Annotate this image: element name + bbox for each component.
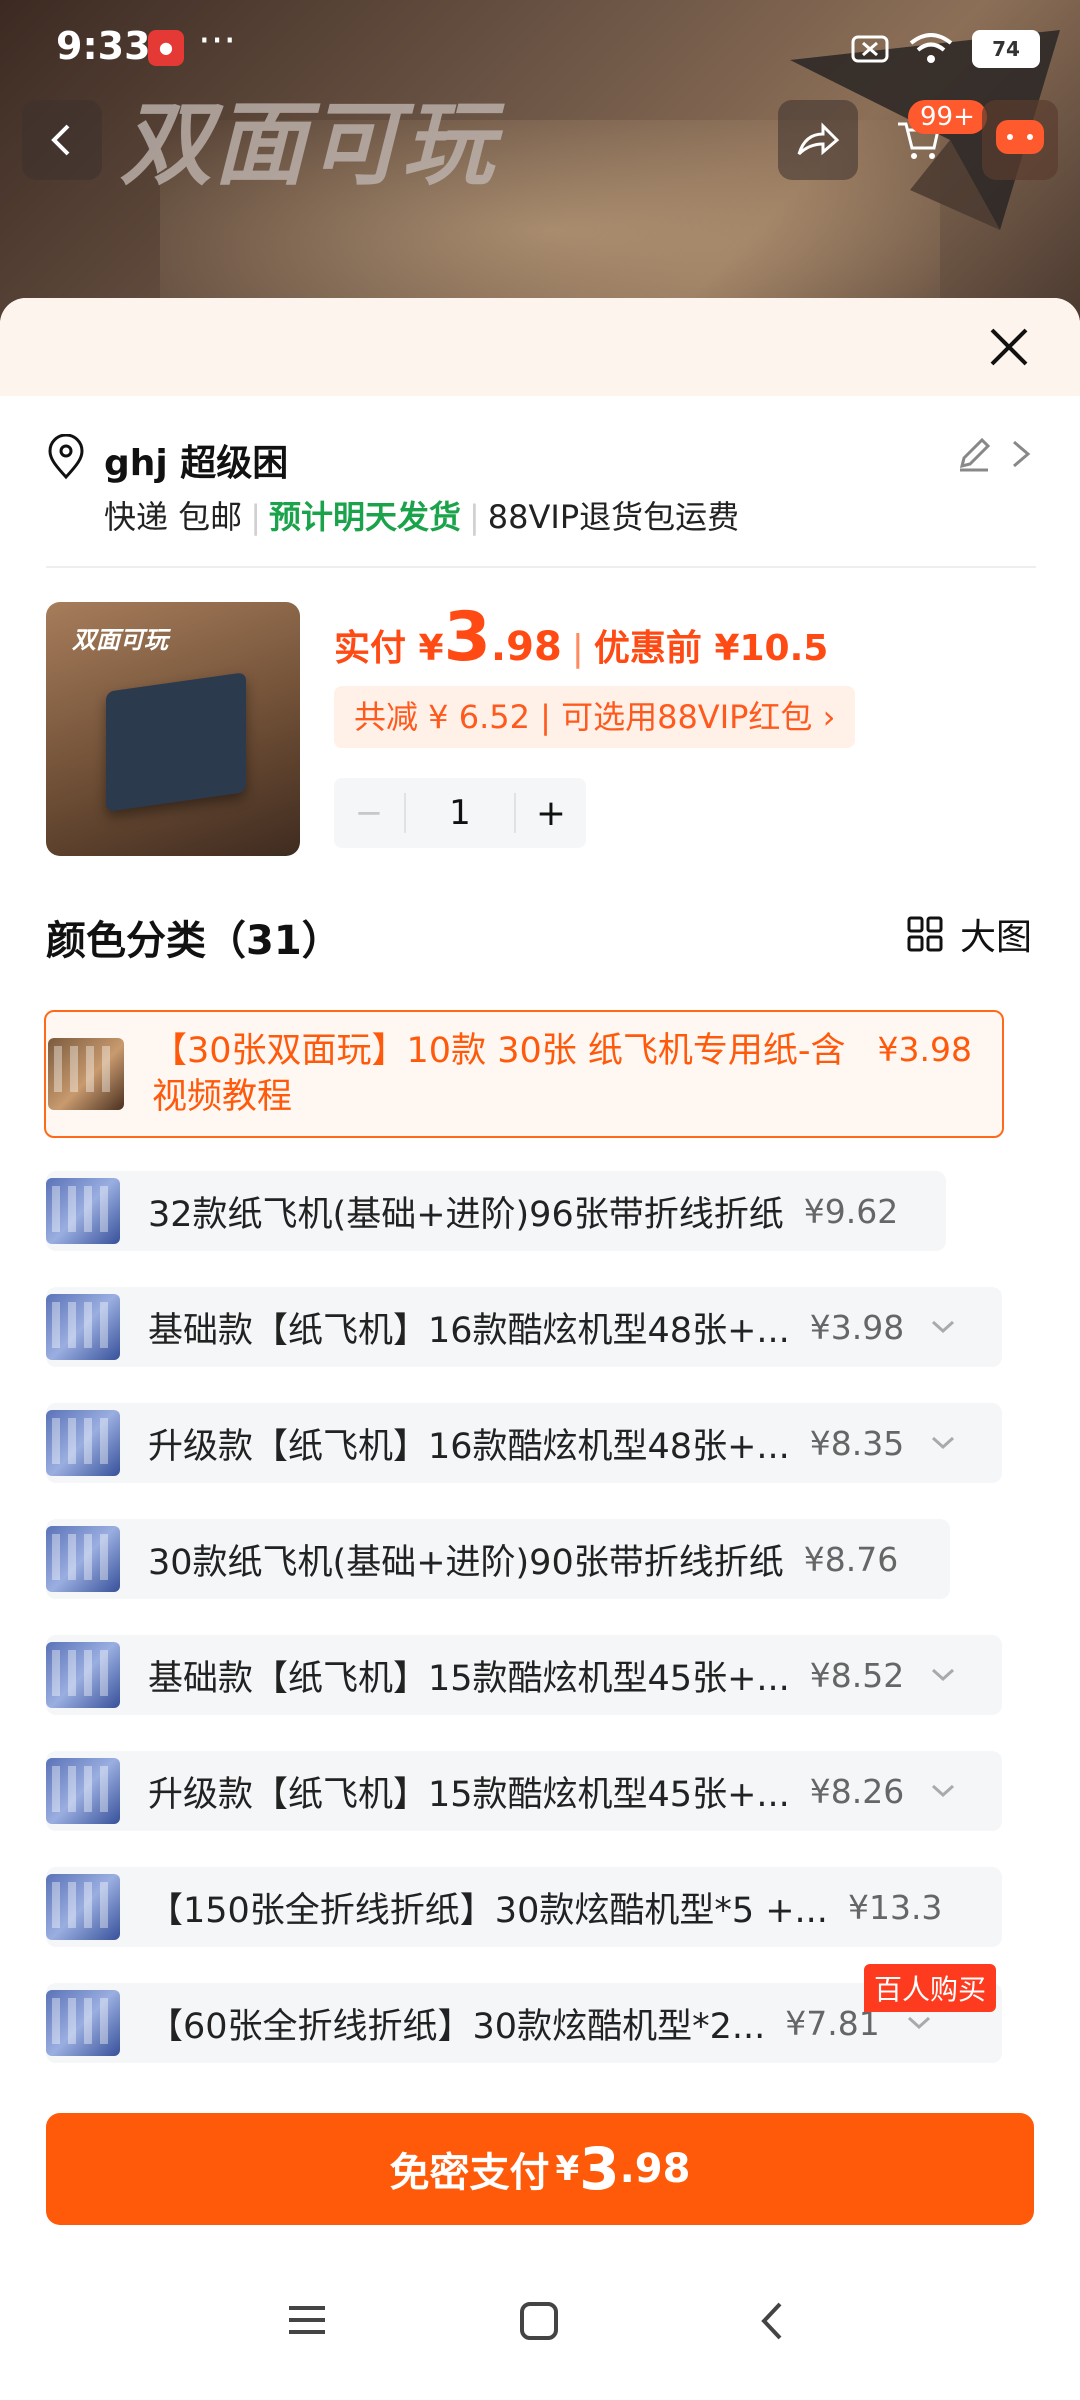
- option-price: ¥3.98: [809, 1307, 905, 1347]
- ship-time: 预计明天发货: [268, 498, 461, 536]
- option-item[interactable]: 32款纸飞机(基础+进阶)96张带折线折纸 ¥9.62: [46, 1171, 946, 1251]
- option-thumbnail: [48, 1038, 124, 1110]
- divider: [46, 566, 1036, 568]
- purchase-sheet: ghj 超级困 快递 包邮 | 预计明天发货 | 88VIP退货包运费 双面可玩 实付 …: [0, 298, 1080, 2400]
- option-thumbnail: [46, 1526, 120, 1592]
- big-image-toggle[interactable]: 大图: [906, 908, 1032, 960]
- status-time: 9:33: [56, 24, 151, 68]
- original-price: 优惠前 ¥10.5: [593, 628, 829, 669]
- hot-purchase-badge: 百人购买: [864, 1964, 997, 2012]
- edit-pencil-icon[interactable]: [954, 434, 994, 474]
- increase-button[interactable]: +: [516, 793, 586, 834]
- option-label: 基础款【纸飞机】16款酷炫机型48张+...: [148, 1310, 790, 1351]
- option-item[interactable]: 30款纸飞机(基础+进阶)90张带折线折纸 ¥8.76: [46, 1519, 950, 1599]
- option-item[interactable]: 升级款【纸飞机】16款酷炫机型48张+... ¥8.35: [46, 1403, 1002, 1483]
- shipping-method: 快递 包邮: [104, 498, 243, 536]
- big-image-label: 大图: [959, 917, 1032, 958]
- option-item[interactable]: 基础款【纸飞机】16款酷炫机型48张+... ¥3.98: [46, 1287, 1002, 1367]
- chat-icon: [996, 120, 1044, 154]
- chevron-down-icon: [932, 1436, 955, 1450]
- grid-icon: [907, 916, 943, 952]
- option-thumbnail: [46, 1410, 120, 1476]
- back-button[interactable]: [22, 100, 102, 180]
- battery-icon: 74: [972, 30, 1040, 68]
- option-thumbnail: [46, 1294, 120, 1360]
- pay-yen: ¥: [555, 2149, 580, 2189]
- option-label: 【60张全折线折纸】30款炫酷机型*2...: [148, 2006, 766, 2047]
- status-more: ···: [198, 18, 237, 64]
- app-notification-icon: ●: [148, 30, 184, 66]
- share-button[interactable]: [778, 100, 858, 180]
- option-thumbnail: [46, 1874, 120, 1940]
- option-label: 基础款【纸飞机】15款酷炫机型45张+...: [148, 1658, 790, 1699]
- location-pin-icon: [48, 434, 84, 480]
- pay-label: 免密支付: [389, 2150, 550, 2196]
- option-thumbnail: [46, 1990, 120, 2056]
- paid-label: 实付 ¥: [334, 628, 444, 669]
- option-item-selected[interactable]: 【30张双面玩】10款 30张 纸飞机专用纸-含视频教程 ¥3.98: [44, 1010, 1004, 1138]
- share-icon: [797, 122, 840, 156]
- wifi-icon: [909, 33, 953, 63]
- product-image-tag: 双面可玩: [72, 626, 168, 654]
- option-label: 【150张全折线折纸】30款炫酷机型*5 +...: [148, 1890, 828, 1931]
- option-price: ¥9.62: [803, 1191, 899, 1231]
- close-icon[interactable]: [982, 320, 1036, 374]
- option-thumbnail: [46, 1178, 120, 1244]
- option-price: ¥3.98: [877, 1030, 972, 1069]
- cart-count-badge: 99+: [908, 100, 987, 134]
- price-row: 实付 ¥3.98 | 优惠前 ¥10.5: [334, 598, 829, 677]
- chevron-down-icon: [932, 1784, 955, 1798]
- chevron-down-icon: [932, 1668, 955, 1682]
- option-price: ¥8.52: [809, 1655, 905, 1695]
- product-image[interactable]: 双面可玩: [46, 602, 300, 856]
- message-button[interactable]: [982, 100, 1058, 180]
- option-item[interactable]: 升级款【纸飞机】15款酷炫机型45张+... ¥8.26: [46, 1751, 1002, 1831]
- option-label: 升级款【纸飞机】15款酷炫机型45张+...: [148, 1774, 790, 1815]
- option-price: ¥13.3: [847, 1887, 943, 1927]
- pay-amount-decimal: .98: [619, 2146, 691, 2192]
- option-price: ¥8.35: [809, 1423, 905, 1463]
- option-label: 【30张双面玩】10款 30张 纸飞机专用纸-含视频教程: [152, 1031, 846, 1117]
- back-arrow-icon: [51, 124, 70, 156]
- quantity-stepper: − 1 +: [334, 778, 586, 848]
- sheet-header: [0, 298, 1080, 396]
- menu-icon[interactable]: [286, 2300, 328, 2340]
- product-box-graphic: [106, 672, 246, 812]
- discount-banner[interactable]: 共减 ¥ 6.52 | 可选用88VIP红包 ›: [334, 686, 856, 748]
- sim-off-icon: [851, 35, 889, 63]
- option-thumbnail: [46, 1758, 120, 1824]
- quantity-value[interactable]: 1: [404, 793, 516, 833]
- pay-button[interactable]: 免密支付 ¥ 3 .98: [46, 2113, 1034, 2225]
- chevron-right-icon[interactable]: [1006, 436, 1036, 472]
- option-label: 32款纸飞机(基础+进阶)96张带折线折纸: [148, 1194, 784, 1235]
- option-item[interactable]: 【60张全折线折纸】30款炫酷机型*2... ¥7.81: [46, 1983, 1002, 2063]
- price-integer: 3: [443, 598, 491, 677]
- chevron-down-icon: [907, 2016, 930, 2030]
- option-label: 30款纸飞机(基础+进阶)90张带折线折纸: [148, 1542, 784, 1583]
- option-thumbnail: [46, 1642, 120, 1708]
- status-bar: 9:33 ● ··· 74: [0, 0, 1080, 96]
- shipping-info: 快递 包邮 | 预计明天发货 | 88VIP退货包运费: [104, 498, 740, 536]
- home-icon[interactable]: [518, 2300, 560, 2342]
- decrease-button[interactable]: −: [334, 793, 404, 833]
- option-item[interactable]: 基础款【纸飞机】15款酷炫机型45张+... ¥8.52: [46, 1635, 1002, 1715]
- back-icon[interactable]: [756, 2300, 788, 2342]
- pay-amount-integer: 3: [579, 2135, 620, 2203]
- color-category-title: 颜色分类（31）: [46, 918, 342, 964]
- return-note: 88VIP退货包运费: [487, 498, 740, 536]
- option-price: ¥8.26: [809, 1771, 905, 1811]
- option-price: ¥8.76: [803, 1539, 899, 1579]
- chevron-down-icon: [932, 1320, 955, 1334]
- price-decimal: .98: [490, 624, 562, 670]
- system-navigation-bar: [0, 2250, 1080, 2400]
- recipient-name: ghj 超级困: [104, 443, 289, 484]
- status-icons: 74: [850, 30, 1040, 68]
- option-label: 升级款【纸飞机】16款酷炫机型48张+...: [148, 1426, 790, 1467]
- option-item[interactable]: 【150张全折线折纸】30款炫酷机型*5 +... ¥13.3: [46, 1867, 1002, 1947]
